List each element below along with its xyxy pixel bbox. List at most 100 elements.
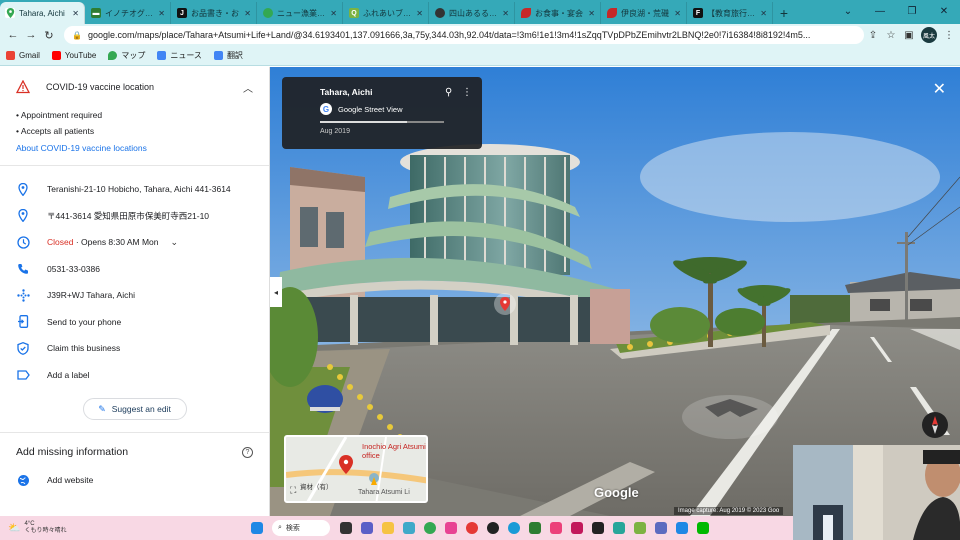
line-icon[interactable] (696, 522, 709, 534)
close-icon[interactable]: ✕ (72, 9, 79, 18)
send-to-phone-row[interactable]: Send to your phone (0, 309, 269, 336)
taskbar-apps: ⌕ 検索 (246, 520, 713, 536)
app-icon[interactable] (528, 522, 541, 534)
edge-icon[interactable] (507, 522, 520, 534)
close-icon[interactable]: ✕ (760, 9, 767, 18)
add-website-row[interactable]: Add website (0, 467, 269, 494)
back-arrow-icon[interactable]: ← (4, 29, 22, 41)
mini-map-label: Inochio Agri Atsumi office (362, 442, 426, 460)
mini-map[interactable]: Inochio Agri Atsumi office 資材（有） Tahara … (284, 435, 428, 503)
chevron-down-icon[interactable]: ⌄ (171, 237, 179, 248)
close-icon[interactable]: ✕ (588, 9, 595, 18)
weather-temp: 4°C (24, 521, 35, 527)
tab-new-fishery[interactable]: ニュー漁業観光 ✕ (258, 2, 343, 24)
expand-map-icon[interactable]: ⛶ (290, 485, 296, 496)
tab-education-trip[interactable]: F 【教育旅行】評 ✕ (688, 2, 773, 24)
app-icon[interactable] (444, 522, 457, 534)
close-icon[interactable]: ✕ (244, 9, 251, 18)
tab-dining[interactable]: お食事・宴会 ✕ (516, 2, 601, 24)
covid-section-header[interactable]: COVID-19 vaccine location ︿ (0, 67, 269, 107)
chrome-icon[interactable] (423, 522, 436, 534)
forward-arrow-icon[interactable]: → (22, 29, 40, 41)
tab-label: Tahara, Aichi (19, 8, 65, 18)
bookmark-news[interactable]: ニュース (157, 50, 202, 61)
close-street-view-icon[interactable]: ✕ (933, 79, 946, 99)
claim-business-row[interactable]: Claim this business (0, 335, 269, 362)
location-pin-icon[interactable]: ⚲ (445, 87, 452, 98)
phone-text: 0531-33-0386 (47, 263, 100, 274)
webcam-overlay (793, 445, 960, 540)
bookmark-gmail[interactable]: Gmail (6, 51, 40, 60)
tab-fureai-blog[interactable]: Q ふれあいブログ ✕ (344, 2, 429, 24)
opera-icon[interactable] (465, 522, 478, 534)
close-icon[interactable]: ✕ (502, 9, 509, 18)
app-icon[interactable] (591, 522, 604, 534)
tab-inochio[interactable]: ▬ イノチオグループ ✕ (86, 2, 171, 24)
tab-irago[interactable]: 伊良湖・荒磯 ✕ (602, 2, 687, 24)
translate-icon (213, 51, 223, 60)
chevron-up-icon[interactable]: ︿ (243, 80, 253, 95)
search-icon: ⌕ (278, 524, 282, 531)
sidebar-icon[interactable]: ▣ (900, 30, 918, 41)
weather-text: 4°C くもり時々晴れ (24, 521, 66, 535)
add-label-row[interactable]: Add a label (0, 362, 269, 389)
minimize-icon[interactable]: — (864, 0, 896, 22)
date-slider[interactable] (320, 121, 444, 123)
close-icon[interactable]: ✕ (416, 9, 423, 18)
close-icon[interactable]: ✕ (158, 9, 165, 18)
street-view-service: G Google Street View (320, 103, 402, 115)
opens-text: · Opens 8:30 AM Mon (73, 237, 159, 248)
collapse-panel-button[interactable]: ◂ (270, 277, 282, 307)
phone-row[interactable]: 0531-33-0386 (0, 256, 269, 283)
tab-label: イノチオグループ (105, 8, 155, 18)
bookmark-label: ニュース (170, 51, 202, 60)
bookmark-youtube[interactable]: YouTube (51, 51, 96, 60)
close-icon[interactable]: ✕ (674, 9, 681, 18)
close-window-icon[interactable]: ✕ (928, 0, 960, 22)
bookmark-translate[interactable]: 翻訳 (213, 50, 243, 61)
bookmark-maps[interactable]: マップ (108, 50, 145, 61)
avatar[interactable]: 風太 (921, 27, 937, 43)
tab-yotsuyama[interactable]: 四山あるる【公 ✕ (430, 2, 515, 24)
menu-kebab-icon[interactable]: ⋮ (940, 30, 958, 41)
tab-maps[interactable]: Tahara, Aichi ✕ (0, 2, 85, 24)
app-icon[interactable] (612, 522, 625, 534)
app-icon[interactable] (486, 522, 499, 534)
tab-oshinagaki[interactable]: J お品書き・お ✕ (172, 2, 257, 24)
shield-check-icon (16, 341, 30, 355)
new-tab-button[interactable]: + (774, 2, 794, 24)
app-icon[interactable] (633, 522, 646, 534)
app-icon[interactable] (675, 522, 688, 534)
restore-icon[interactable]: ❐ (896, 0, 928, 22)
gmail-icon (6, 51, 15, 60)
app-icon[interactable] (570, 522, 583, 534)
covid-info-link[interactable]: About COVID-19 vaccine locations (0, 139, 269, 159)
close-icon[interactable]: ✕ (330, 9, 337, 18)
address-bar[interactable]: 🔒 google.com/maps/place/Tahara+Atsumi+Li… (64, 26, 864, 44)
suggest-edit-button[interactable]: ✎ Suggest an edit (82, 398, 187, 420)
taskbar-search[interactable]: ⌕ 検索 (272, 520, 330, 536)
weather-widget[interactable]: ⛅ 4°C くもり時々晴れ (0, 521, 120, 535)
copilot-icon[interactable] (402, 522, 415, 534)
reload-icon[interactable]: ↻ (40, 29, 58, 42)
file-explorer-icon[interactable] (339, 522, 352, 534)
address-row[interactable]: Teranishi-21-10 Hobicho, Tahara, Aichi 4… (0, 176, 269, 203)
more-options-icon[interactable]: ⋮ (462, 87, 472, 98)
app-icon[interactable] (549, 522, 562, 534)
window-controls: ⌄ — ❐ ✕ (832, 0, 960, 22)
taskbar-search-label: 検索 (285, 525, 300, 532)
teams-icon[interactable] (360, 522, 373, 534)
tab-label: お食事・宴会 (535, 8, 583, 18)
windows-start-icon[interactable] (250, 522, 263, 534)
help-icon[interactable]: ? (242, 446, 253, 458)
bookmark-star-icon[interactable]: ☆ (882, 30, 900, 41)
compass-icon[interactable] (922, 412, 948, 438)
folder-icon[interactable] (381, 522, 394, 534)
address-jp-row[interactable]: 〒441-3614 愛知県田原市保美町寺西21-10 (0, 203, 269, 230)
address-toolbar: ← → ↻ 🔒 google.com/maps/place/Tahara+Ats… (0, 24, 960, 46)
app-icon[interactable] (654, 522, 667, 534)
plus-code-row[interactable]: J39R+WJ Tahara, Aichi (0, 282, 269, 309)
hours-row[interactable]: Closed · Opens 8:30 AM Mon ⌄ (0, 229, 269, 256)
tab-search-icon[interactable]: ⌄ (832, 0, 864, 22)
share-icon[interactable]: ⇪ (864, 30, 882, 41)
